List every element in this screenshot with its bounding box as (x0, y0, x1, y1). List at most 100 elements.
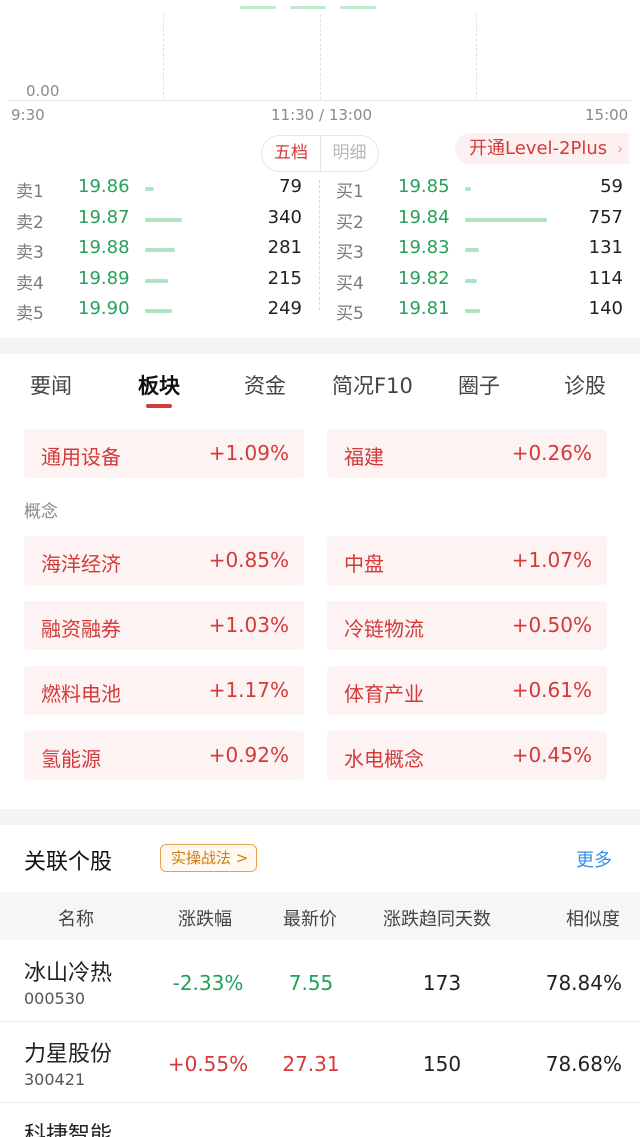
tab-news[interactable]: 要闻 (30, 370, 72, 400)
buy-volume: 140 (588, 298, 623, 319)
concept-name: 冷链物流 (344, 617, 424, 641)
level2-upgrade-button[interactable]: 开通Level-2Plus › (455, 133, 630, 164)
concept-card[interactable]: 体育产业 +0.61% (327, 666, 607, 715)
sell-order-row[interactable]: 卖5 19.90 249 (0, 295, 320, 326)
chart-baseline (8, 100, 632, 101)
buy-level-label: 买1 (336, 182, 364, 202)
sell-volume-bar (145, 248, 175, 252)
concept-change: +0.85% (208, 548, 289, 572)
buy-order-row[interactable]: 买4 19.82 114 (320, 265, 640, 296)
stock-change: +0.55% (167, 1052, 249, 1076)
tab-diagnosis[interactable]: 诊股 (564, 370, 606, 400)
chart-gridline (476, 14, 477, 100)
sell-price: 19.86 (78, 176, 130, 197)
buy-order-row[interactable]: 买3 19.83 131 (320, 234, 640, 265)
info-tabs: 要闻 板块 资金 简况F10 圈子 诊股 (0, 362, 640, 410)
buy-volume-bar (465, 278, 477, 283)
strategy-button[interactable]: 实操战法 > (160, 844, 258, 872)
concept-name: 体育产业 (344, 682, 424, 706)
buy-order-row[interactable]: 买1 19.85 59 (320, 173, 640, 204)
more-link[interactable]: 更多 (576, 846, 612, 872)
tab-f10[interactable]: 简况F10 (332, 370, 413, 400)
concept-card[interactable]: 水电概念 +0.45% (327, 731, 607, 780)
sell-level-label: 卖1 (16, 182, 44, 202)
section-divider (0, 338, 640, 354)
column-header-days[interactable]: 涨跌趋同天数 (383, 905, 491, 931)
concept-card[interactable]: 氢能源 +0.92% (24, 731, 304, 780)
buy-volume: 131 (588, 237, 623, 258)
sell-orders: 卖1 19.86 79 卖2 19.87 340 卖3 19.88 281 卖4 19.89 215 卖… (0, 173, 320, 326)
column-header-price[interactable]: 最新价 (283, 905, 337, 931)
sell-level-label: 卖3 (16, 243, 44, 263)
tab-five-levels[interactable]: 五档 (262, 136, 320, 171)
table-row[interactable]: 力星股份 300421 +0.55% 27.31 150 78.68% (0, 1022, 640, 1103)
buy-level-label: 买3 (336, 243, 364, 263)
sell-price: 19.90 (78, 298, 130, 319)
sell-price: 19.87 (78, 206, 130, 228)
chart-x-tick-open: 9:30 (11, 106, 45, 124)
buy-orders: 买1 19.85 59 买2 19.84 757 买3 19.83 131 买4 19.82 114 买… (320, 173, 640, 326)
concept-card[interactable]: 融资融券 +1.03% (24, 601, 304, 650)
stock-price: 7.55 (288, 971, 334, 995)
buy-order-row[interactable]: 买2 19.84 757 (320, 204, 640, 235)
concept-card[interactable]: 海洋经济 +0.85% (24, 536, 304, 585)
sell-volume-bar (145, 309, 172, 313)
sell-order-row[interactable]: 卖3 19.88 281 (0, 234, 320, 265)
buy-price: 19.85 (398, 176, 450, 197)
column-header-change[interactable]: 涨跌幅 (178, 905, 232, 931)
sell-order-row[interactable]: 卖1 19.86 79 (0, 173, 320, 204)
sell-level-label: 卖2 (16, 212, 44, 233)
orderbook-tabs: 五档 明细 (261, 135, 379, 172)
stock-name: 力星股份 (24, 1042, 113, 1067)
table-row[interactable]: 冰山冷热 000530 -2.33% 7.55 173 78.84% (0, 941, 640, 1022)
buy-level-label: 买5 (336, 304, 364, 324)
concept-card[interactable]: 中盘 +1.07% (327, 536, 607, 585)
concept-card[interactable]: 冷链物流 +0.50% (327, 601, 607, 650)
sell-volume: 281 (267, 237, 302, 258)
sell-volume: 215 (267, 267, 302, 289)
sell-volume: 249 (267, 298, 302, 319)
buy-volume-bar (465, 217, 547, 222)
sell-volume-bar (145, 278, 168, 283)
tab-details[interactable]: 明细 (320, 136, 378, 171)
sell-volume-bar (145, 217, 182, 222)
stock-trend-days: 150 (422, 1052, 462, 1076)
stock-price: 27.31 (282, 1052, 340, 1076)
stock-name: 科捷智能 (24, 1123, 113, 1137)
tab-sectors[interactable]: 板块 (138, 370, 180, 400)
sector-card[interactable]: 福建 +0.26% (327, 429, 607, 478)
stock-code: 000530 (24, 989, 86, 1008)
chart-gridline (163, 14, 164, 100)
buy-volume-bar (465, 309, 480, 313)
intraday-chart[interactable]: 0.00 9:30 11:30 / 13:00 15:00 (0, 0, 640, 128)
stock-name: 冰山冷热 (24, 961, 113, 986)
sell-volume: 79 (279, 176, 302, 197)
concept-change: +1.07% (511, 548, 592, 572)
concept-change: +0.61% (511, 678, 592, 702)
sell-volume-bar (145, 187, 154, 191)
sell-price: 19.89 (78, 267, 130, 289)
tab-circle[interactable]: 圈子 (458, 370, 500, 400)
related-stocks-title: 关联个股 (24, 850, 113, 875)
chevron-right-icon: › (616, 139, 624, 158)
level2-label: 开通Level-2Plus (469, 138, 608, 159)
column-header-similarity[interactable]: 相似度 (566, 905, 620, 931)
buy-price: 19.83 (398, 237, 450, 258)
concept-change: +0.45% (511, 743, 592, 767)
concept-change: +0.92% (208, 743, 289, 767)
buy-order-row[interactable]: 买5 19.81 140 (320, 295, 640, 326)
concept-change: +1.17% (208, 678, 289, 702)
chart-y-label: 0.00 (26, 82, 60, 100)
related-table-header: 名称 涨跌幅 最新价 涨跌趋同天数 相似度 (0, 892, 640, 940)
sell-order-row[interactable]: 卖2 19.87 340 (0, 204, 320, 235)
buy-volume-bar (465, 248, 479, 252)
column-header-name[interactable]: 名称 (58, 905, 94, 931)
concept-card[interactable]: 燃料电池 +1.17% (24, 666, 304, 715)
concept-change: +1.03% (208, 613, 289, 637)
tab-funds[interactable]: 资金 (244, 370, 286, 400)
sector-card[interactable]: 通用设备 +1.09% (24, 429, 304, 478)
buy-price: 19.84 (398, 206, 450, 228)
sell-order-row[interactable]: 卖4 19.89 215 (0, 265, 320, 296)
table-row[interactable]: 科捷智能 (0, 1103, 640, 1137)
buy-volume: 59 (600, 176, 623, 197)
